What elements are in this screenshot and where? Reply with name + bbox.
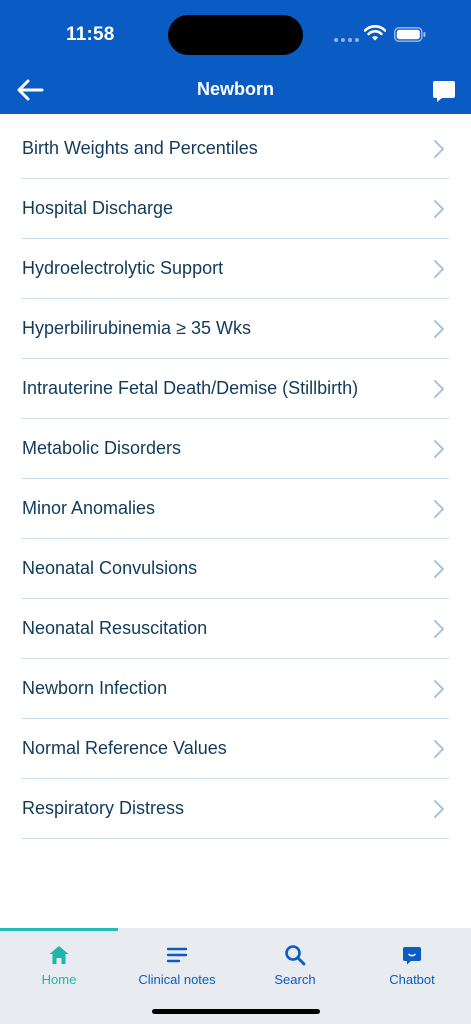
- tab-chatbot[interactable]: Chatbot: [353, 928, 471, 1004]
- app-header: 11:58 Newborn: [0, 0, 471, 114]
- list-item-label: Respiratory Distress: [22, 798, 185, 818]
- tab-chatbot-label: Chatbot: [389, 972, 435, 987]
- chevron-right-icon: [434, 260, 444, 278]
- tab-search[interactable]: Search: [236, 928, 354, 1004]
- chevron-right-icon: [434, 560, 444, 578]
- cellular-signal-icon: [334, 38, 360, 42]
- list-item-label: Hydroelectrolytic Support: [22, 258, 224, 278]
- lines-icon: [166, 947, 188, 963]
- chevron-right-icon: [434, 800, 444, 818]
- tab-clinical-notes[interactable]: Clinical notes: [118, 928, 236, 1004]
- list-item[interactable]: Hydroelectrolytic Support: [22, 239, 449, 299]
- list-item-label: Intrauterine Fetal Death/Demise (Stillbi…: [22, 378, 359, 398]
- list-item-label: Hospital Discharge: [22, 198, 174, 218]
- chevron-right-icon: [434, 620, 444, 638]
- battery-icon: [394, 27, 426, 42]
- topic-list: Birth Weights and Percentiles Hospital D…: [0, 119, 471, 839]
- chevron-right-icon: [434, 140, 444, 158]
- chevron-right-icon: [434, 680, 444, 698]
- list-item-label: Newborn Infection: [22, 678, 168, 698]
- home-icon: [49, 946, 69, 964]
- home-indicator: [152, 1009, 320, 1014]
- list-item[interactable]: Newborn Infection: [22, 659, 449, 719]
- status-bar: 11:58: [0, 0, 471, 66]
- wifi-icon: [364, 25, 386, 41]
- list-item-label: Minor Anomalies: [22, 498, 156, 518]
- search-icon: [285, 945, 306, 966]
- chevron-right-icon: [434, 440, 444, 458]
- chevron-right-icon: [434, 320, 444, 338]
- list-item-label: Neonatal Convulsions: [22, 558, 198, 578]
- tab-clinical-notes-label: Clinical notes: [138, 972, 216, 987]
- list-item-label: Hyperbilirubinemia ≥ 35 Wks: [22, 318, 251, 338]
- chevron-right-icon: [434, 380, 444, 398]
- nav-bar: Newborn: [0, 66, 471, 114]
- status-time: 11:58: [66, 24, 115, 45]
- page-title: Newborn: [196, 79, 274, 99]
- list-item[interactable]: Hospital Discharge: [22, 179, 449, 239]
- chevron-right-icon: [434, 200, 444, 218]
- list-item-label: Birth Weights and Percentiles: [22, 138, 258, 158]
- list-item[interactable]: Normal Reference Values: [22, 719, 449, 779]
- list-item[interactable]: Neonatal Convulsions: [22, 539, 449, 599]
- chatbot-icon: [403, 947, 421, 965]
- list-item-label: Normal Reference Values: [22, 738, 227, 758]
- chat-bubble-icon[interactable]: [430, 77, 458, 105]
- list-item[interactable]: Minor Anomalies: [22, 479, 449, 539]
- tab-home-label: Home: [41, 972, 77, 987]
- tab-home[interactable]: Home: [0, 928, 118, 1004]
- list-item[interactable]: Neonatal Resuscitation: [22, 599, 449, 659]
- list-item-label: Neonatal Resuscitation: [22, 618, 208, 638]
- list-item[interactable]: Birth Weights and Percentiles: [22, 119, 449, 179]
- chevron-right-icon: [434, 740, 444, 758]
- dynamic-island: [168, 15, 303, 55]
- chevron-right-icon: [434, 500, 444, 518]
- list-item[interactable]: Respiratory Distress: [22, 779, 449, 839]
- list-item[interactable]: Hyperbilirubinemia ≥ 35 Wks: [22, 299, 449, 359]
- tab-search-label: Search: [274, 972, 316, 987]
- list-item[interactable]: Metabolic Disorders: [22, 419, 449, 479]
- list-item-label: Metabolic Disorders: [22, 438, 182, 458]
- list-item[interactable]: Intrauterine Fetal Death/Demise (Stillbi…: [22, 359, 449, 419]
